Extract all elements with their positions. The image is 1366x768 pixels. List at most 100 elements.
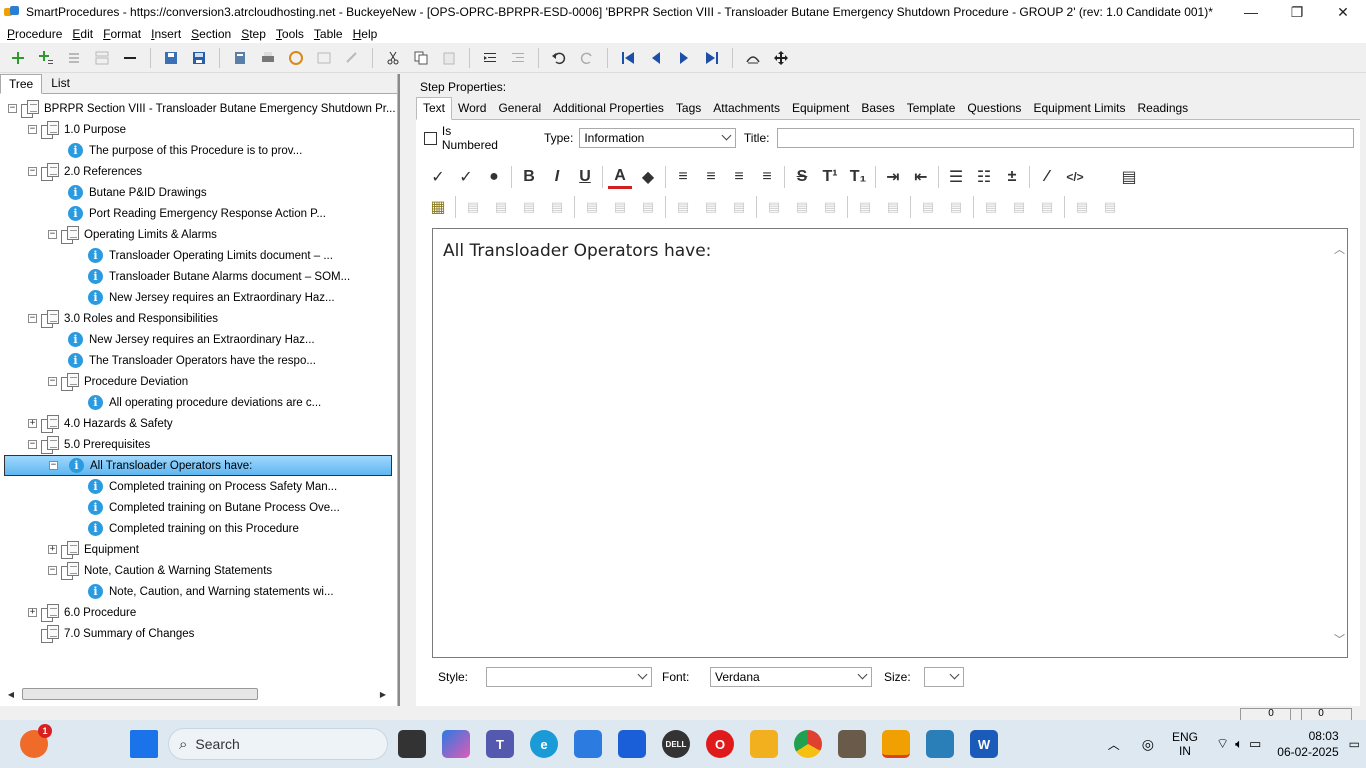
tree-section-item[interactable]: + Equipment [48, 539, 139, 560]
redo-step-icon[interactable] [341, 47, 363, 69]
indent-toolbar-icon[interactable] [479, 47, 501, 69]
collapse-icon[interactable]: − [28, 314, 37, 323]
tree-step-item[interactable]: i Transloader Operating Limits document –… [68, 245, 333, 266]
cut-icon[interactable] [382, 47, 404, 69]
paste-icon[interactable] [438, 47, 460, 69]
tree-step-item[interactable]: i Completed training on this Procedure [68, 518, 299, 539]
tree-step-item[interactable]: i New Jersey requires an Extraordinary Ha… [48, 329, 315, 350]
font-select[interactable]: Verdana [710, 667, 872, 687]
copilot-icon[interactable] [442, 730, 470, 758]
find-icon[interactable] [742, 47, 764, 69]
tab-general[interactable]: General [492, 98, 547, 119]
collapse-icon[interactable]: − [28, 125, 37, 134]
menu-step[interactable]: Step [236, 27, 271, 41]
network-status-icon[interactable]: ◎ [1142, 736, 1154, 753]
indent-list-icon[interactable] [63, 47, 85, 69]
smartprocedures-taskbar-icon[interactable] [882, 730, 910, 758]
language-indicator[interactable]: ENG IN [1172, 730, 1198, 758]
numbered-list-icon[interactable]: ☷ [972, 165, 996, 189]
menu-format[interactable]: Format [98, 27, 146, 41]
row-above-icon[interactable]: ▤ [762, 195, 786, 219]
size-select[interactable] [924, 667, 964, 687]
tree-step-item[interactable]: i Butane P&ID Drawings [48, 182, 207, 203]
align-center-icon[interactable]: ≡ [699, 165, 723, 189]
insert-symbol-icon[interactable]: ± [1000, 165, 1024, 189]
outline-icon[interactable] [91, 47, 113, 69]
column-width-icon[interactable]: ▤ [1070, 195, 1094, 219]
highlight-icon[interactable]: ● [482, 165, 506, 189]
align-top-icon[interactable]: ▤ [979, 195, 1003, 219]
save-icon[interactable] [188, 47, 210, 69]
cell-split-icon[interactable]: ▤ [881, 195, 905, 219]
minimize-button[interactable]: — [1228, 0, 1274, 24]
distribute-cols-icon[interactable]: ▤ [916, 195, 940, 219]
bold-button[interactable]: B [517, 165, 541, 189]
subscript-button[interactable]: T₁ [846, 165, 870, 189]
italic-button[interactable]: I [545, 165, 569, 189]
column-right-icon[interactable]: ▤ [699, 195, 723, 219]
tab-list[interactable]: List [42, 73, 79, 93]
tree-section-item[interactable]: − 5.0 Prerequisites [28, 434, 150, 455]
tab-questions[interactable]: Questions [961, 98, 1027, 119]
notification-app-icon[interactable]: 1 [20, 724, 52, 758]
scroll-track[interactable] [18, 688, 376, 700]
table-delete-icon[interactable]: ▤ [517, 195, 541, 219]
menu-tools[interactable]: Tools [271, 27, 309, 41]
tree-section-item[interactable]: − BPRPR Section VIII - Transloader Butane… [8, 98, 396, 119]
print-toolbar-icon[interactable] [257, 47, 279, 69]
dell-icon[interactable]: DELL [662, 730, 690, 758]
outdent-icon[interactable]: ⇤ [909, 165, 933, 189]
tree-step-item[interactable]: i Port Reading Emergency Response Action … [48, 203, 326, 224]
battery-icon[interactable]: ▭ [1249, 736, 1261, 752]
table-clear-icon[interactable]: ▤ [545, 195, 569, 219]
tree-section-item[interactable]: − Note, Caution & Warning Statements [48, 560, 272, 581]
justify-icon[interactable]: ≡ [755, 165, 779, 189]
bullet-list-icon[interactable]: ☰ [944, 165, 968, 189]
remote-app-icon[interactable] [838, 730, 866, 758]
tree-step-item[interactable]: i All operating procedure deviations are … [68, 392, 321, 413]
close-button[interactable]: ✕ [1320, 0, 1366, 24]
row-insert-icon[interactable]: ▤ [818, 195, 842, 219]
step-text-editor[interactable]: All Transloader Operators have: ︿ ﹀ [432, 228, 1348, 658]
next-step-icon[interactable] [673, 47, 695, 69]
style-select[interactable] [486, 667, 652, 687]
scroll-right-icon[interactable]: ▶ [376, 690, 390, 699]
collapse-icon[interactable]: − [49, 461, 58, 470]
collapse-icon[interactable]: − [48, 377, 57, 386]
tree-section-item[interactable]: +6.0 Procedure [28, 602, 136, 623]
align-right-icon[interactable]: ≡ [727, 165, 751, 189]
tab-attachments[interactable]: Attachments [707, 98, 786, 119]
volume-icon[interactable]: 🔈︎ [1235, 736, 1243, 752]
window-icon[interactable] [313, 47, 335, 69]
word-icon[interactable]: W [970, 730, 998, 758]
scroll-down-icon[interactable]: ﹀ [1334, 631, 1345, 647]
insert-table-icon[interactable]: ▦ [426, 195, 450, 219]
print-icon[interactable]: ▤ [1117, 165, 1141, 189]
title-input[interactable] [777, 128, 1354, 148]
wifi-icon[interactable]: ⌔ [1216, 735, 1229, 753]
tree-section-item[interactable]: +4.0 Hazards & Safety [28, 413, 173, 434]
column-left-icon[interactable]: ▤ [671, 195, 695, 219]
expand-icon[interactable]: + [48, 545, 57, 554]
notifications-icon[interactable]: ▭ [1349, 737, 1360, 751]
tree-step-item[interactable]: i Completed training on Process Safety Ma… [68, 476, 337, 497]
cell-merge-icon[interactable]: ▤ [853, 195, 877, 219]
browser-icon[interactable] [285, 47, 307, 69]
edge-icon[interactable]: e [530, 730, 558, 758]
row-below-icon[interactable]: ▤ [790, 195, 814, 219]
tab-tree[interactable]: Tree [0, 74, 43, 94]
row-height-icon[interactable]: ▤ [1098, 195, 1122, 219]
collapse-icon[interactable]: − [8, 104, 17, 113]
pane-splitter[interactable] [398, 74, 408, 706]
tree-section-item[interactable]: − 3.0 Roles and Responsibilities [28, 308, 218, 329]
tab-equipment-limits[interactable]: Equipment Limits [1027, 98, 1131, 119]
menu-help[interactable]: Help [348, 27, 383, 41]
previous-step-icon[interactable] [645, 47, 667, 69]
is-numbered-checkbox[interactable] [424, 131, 437, 145]
collapse-icon[interactable]: − [28, 167, 37, 176]
tab-equipment[interactable]: Equipment [786, 98, 855, 119]
tree-section-item[interactable]: 7.0 Summary of Changes [28, 623, 194, 644]
tab-tags[interactable]: Tags [670, 98, 707, 119]
menu-section[interactable]: Section [186, 27, 236, 41]
column-insert-icon[interactable]: ▤ [727, 195, 751, 219]
